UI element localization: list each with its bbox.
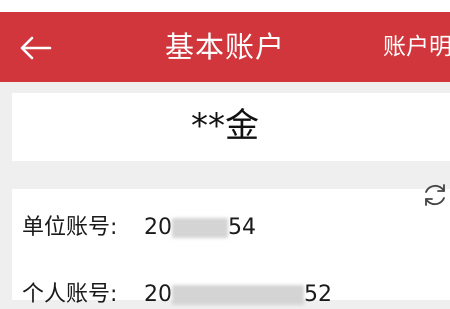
account-info-card: 单位账号: 20 54 个人账号: 20 52 — [12, 189, 450, 307]
company-account-label: 单位账号: — [22, 215, 118, 240]
personal-account-label: 个人账号: — [22, 282, 118, 307]
personal-account-row: 个人账号: 20 52 — [22, 281, 332, 309]
refresh-icon[interactable] — [420, 180, 450, 210]
masked-digits — [172, 285, 304, 305]
company-account-value-suffix: 54 — [228, 215, 256, 240]
app-header: 基本账户 账户明细 — [0, 12, 450, 82]
personal-account-value-prefix: 20 — [144, 282, 172, 307]
personal-account-value: 20 52 — [144, 281, 332, 309]
company-account-value: 20 54 — [144, 214, 256, 242]
company-account-row: 单位账号: 20 54 — [22, 214, 256, 242]
account-name-card: **金 — [12, 93, 450, 161]
company-account-value-prefix: 20 — [144, 215, 172, 240]
masked-digits — [172, 218, 228, 238]
account-holder-name: **金 — [191, 106, 259, 146]
personal-account-value-suffix: 52 — [304, 282, 332, 307]
status-bar — [0, 0, 450, 12]
account-detail-link[interactable]: 账户明细 — [383, 32, 450, 62]
